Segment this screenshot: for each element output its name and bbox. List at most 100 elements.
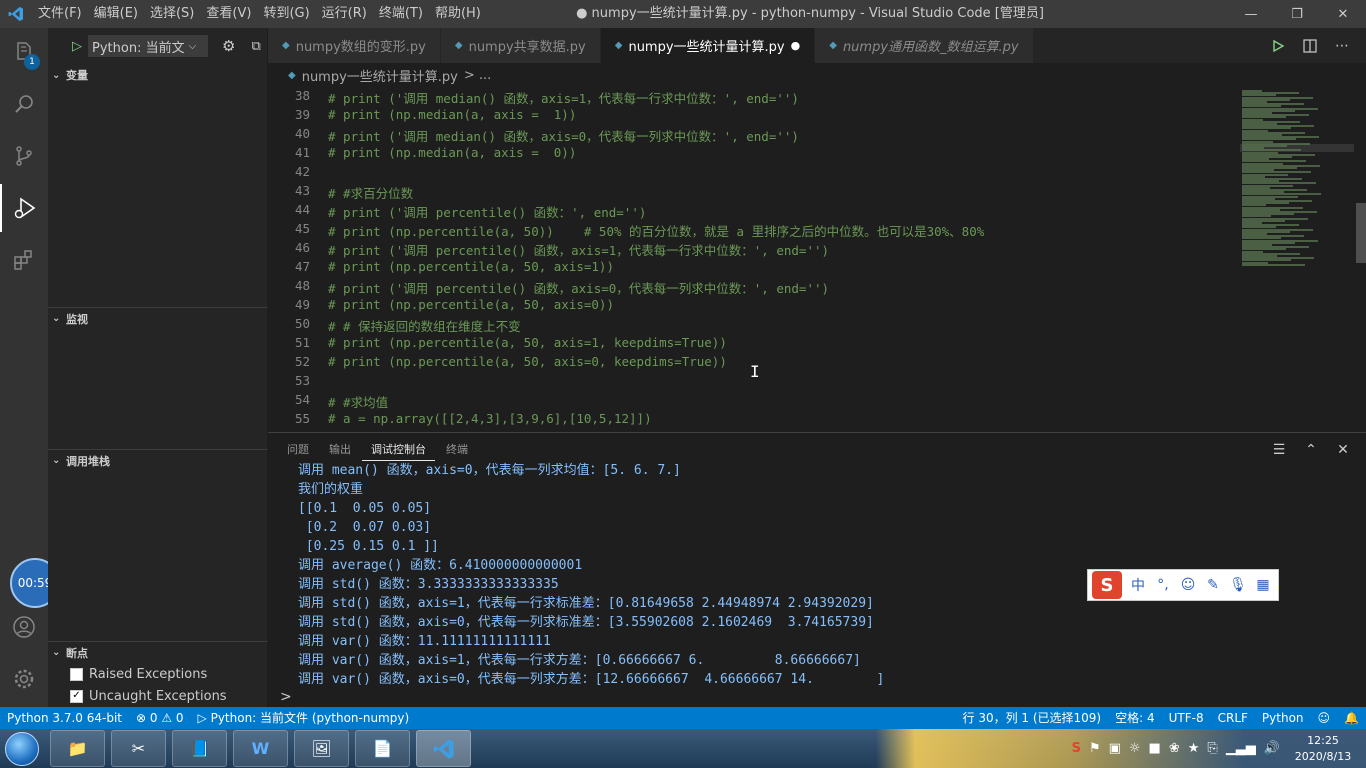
sogou-tray-icon[interactable]: S [1072, 741, 1081, 756]
feedback-icon[interactable]: ☺ [1311, 707, 1338, 729]
code-text[interactable]: # print (np.percentile(a, 50, axis=1, ke… [318, 335, 727, 354]
unsaved-dot-icon[interactable]: ● [791, 39, 801, 52]
code-line[interactable]: 44 # print ('调用 percentile() 函数：', end=''… [268, 202, 1236, 221]
code-text[interactable]: # print (np.median(a, axis = 0)) [318, 145, 576, 164]
code-text[interactable]: # #求均值 [318, 392, 388, 411]
more-actions-icon[interactable]: ⋯ [1328, 32, 1356, 60]
menu-item[interactable]: 终端(T) [373, 0, 429, 28]
code-line[interactable]: 50 # # 保持返回的数组在维度上不变 [268, 316, 1236, 335]
clear-console-icon[interactable]: ☰ [1268, 442, 1290, 458]
menu-item[interactable]: 转到(G) [257, 0, 315, 28]
bell-icon[interactable]: 🔔 [1337, 707, 1366, 729]
minimize-icon[interactable]: — [1228, 0, 1274, 28]
ime-punctuation[interactable]: °, [1154, 577, 1172, 593]
code-text[interactable]: # print (np.percentile(a, 50, axis=0, ke… [318, 354, 727, 373]
tray-star-icon[interactable]: ★ [1188, 741, 1200, 756]
maximize-panel-icon[interactable]: ⌃ [1300, 442, 1322, 458]
search-icon[interactable] [0, 80, 48, 128]
code-line[interactable]: 41 # print (np.median(a, axis = 0)) [268, 145, 1236, 164]
run-file-icon[interactable] [1264, 32, 1292, 60]
encoding[interactable]: UTF-8 [1162, 707, 1211, 729]
tab-numpy-reshape[interactable]: ◆ numpy数组的变形.py [268, 28, 441, 63]
document-viewer-icon[interactable]: 📄 [355, 730, 410, 767]
tray-app-icon[interactable]: ❀ [1169, 741, 1180, 756]
code-text[interactable]: # print ('调用 median() 函数，axis=1，代表每一行求中位… [318, 88, 799, 107]
menu-item[interactable]: 运行(R) [316, 0, 373, 28]
close-icon[interactable]: ✕ [1320, 0, 1366, 28]
code-text[interactable]: # print ('调用 percentile() 函数：', end='') [318, 202, 646, 221]
python-interpreter[interactable]: Python 3.7.0 64-bit [0, 707, 129, 729]
source-control-icon[interactable] [0, 132, 48, 180]
breakpoint-uncaught-exceptions[interactable]: ✓ Uncaught Exceptions [70, 685, 227, 707]
code-line[interactable]: 48 # print ('调用 percentile() 函数，axis=0，代表… [268, 278, 1236, 297]
code-text[interactable]: # print ('调用 percentile() 函数，axis=0，代表每一… [318, 278, 829, 297]
cursor-position[interactable]: 行 30，列 1 (已选择109) [956, 707, 1109, 729]
menu-item[interactable]: 编辑(E) [88, 0, 144, 28]
explorer-icon[interactable]: 1 [0, 28, 48, 76]
account-icon[interactable] [0, 603, 48, 651]
editor-scrollbar[interactable] [1354, 88, 1366, 432]
code-line[interactable]: 51 # print (np.percentile(a, 50, axis=1, … [268, 335, 1236, 354]
breakpoint-raised-exceptions[interactable]: Raised Exceptions [70, 663, 207, 685]
code-line[interactable]: 54 # #求均值 [268, 392, 1236, 411]
ime-toolbar[interactable]: S 中 °, ☺ ✎ 🎙 ▦ [1087, 569, 1279, 601]
code-text[interactable]: # print ('调用 median() 函数，axis=0，代表每一列求中位… [318, 126, 799, 145]
code-text[interactable]: # print (np.percentile(a, 50, axis=0)) [318, 297, 614, 316]
code-text[interactable]: # print ('调用 percentile() 函数，axis=1，代表每一… [318, 240, 829, 259]
file-explorer-icon[interactable]: 📁 [50, 730, 105, 767]
code-text[interactable]: # print (np.percentile(a, 50, axis=1)) [318, 259, 614, 278]
debug-config-select[interactable]: Python: 当前文 ⌵ [88, 35, 208, 57]
menu-item[interactable]: 文件(F) [32, 0, 88, 28]
debug-config-status[interactable]: ▷ Python: 当前文件 (python-numpy) [191, 707, 417, 729]
clock[interactable]: 12:25 2020/8/13 [1288, 733, 1358, 765]
run-debug-icon[interactable] [0, 184, 48, 232]
breadcrumb-file[interactable]: numpy一些统计量计算.py [302, 66, 458, 85]
code-text[interactable]: # # 保持返回的数组在维度上不变 [318, 316, 521, 335]
tab-numpy-shared-data[interactable]: ◆ numpy共享数据.py [440, 28, 601, 63]
book-app-icon[interactable]: 📘 [172, 730, 227, 767]
snipping-tool-icon[interactable]: ✂ [111, 730, 166, 767]
callstack-section-header[interactable]: ⌄ 调用堆栈 [48, 449, 268, 471]
language-mode[interactable]: Python [1255, 707, 1311, 729]
settings-gear-icon[interactable] [0, 655, 48, 703]
tab-numpy-ufunc[interactable]: ◆ numpy通用函数_数组运算.py [815, 28, 1034, 63]
tray-app-icon[interactable]: ⚑ [1089, 741, 1101, 756]
extensions-icon[interactable] [0, 236, 48, 284]
code-text[interactable]: # #求百分位数 [318, 183, 413, 202]
debug-console-icon[interactable]: ⧉ [251, 39, 260, 54]
checkbox[interactable] [70, 667, 83, 681]
close-panel-icon[interactable]: ✕ [1332, 442, 1354, 458]
gear-icon[interactable]: ⚙ [222, 37, 235, 55]
code-line[interactable]: 42 [268, 164, 1236, 183]
breadcrumb-rest[interactable]: > ... [464, 68, 491, 83]
volume-icon[interactable]: 🔊 [1264, 741, 1280, 756]
code-line[interactable]: 49 # print (np.percentile(a, 50, axis=0)) [268, 297, 1236, 316]
variables-section-header[interactable]: ⌄ 变量 [48, 64, 268, 86]
panel-tab[interactable]: 调试控制台 [362, 433, 435, 461]
code-text[interactable] [318, 373, 328, 392]
code-line[interactable]: 38 # print ('调用 median() 函数，axis=1，代表每一行求… [268, 88, 1236, 107]
sogou-logo-icon[interactable]: S [1092, 571, 1122, 599]
start-debug-icon[interactable]: ▷ [72, 39, 82, 54]
microphone-icon[interactable]: 🎙 [1229, 577, 1247, 593]
vscode-taskbar-icon[interactable] [416, 730, 471, 767]
code-line[interactable]: 46 # print ('调用 percentile() 函数，axis=1，代表… [268, 240, 1236, 259]
code-line[interactable]: 45 # print (np.percentile(a, 50)) # 50% 的… [268, 221, 1236, 240]
tray-clipboard-icon[interactable]: ⎘ [1207, 741, 1217, 756]
code-line[interactable]: 39 # print (np.median(a, axis = 1)) [268, 107, 1236, 126]
start-button[interactable] [0, 729, 44, 768]
code-text[interactable] [318, 164, 328, 183]
indentation[interactable]: 空格: 4 [1108, 707, 1162, 729]
tab-numpy-statistics[interactable]: ◆ numpy一些统计量计算.py ● [600, 28, 816, 63]
code-line[interactable]: 55 # a = np.array([[2,4,3],[3,9,6],[10,5,… [268, 411, 1236, 430]
code-text[interactable]: # a = np.array([[2,4,3],[3,9,6],[10,5,12… [318, 411, 652, 430]
line-endings[interactable]: CRLF [1211, 707, 1255, 729]
restore-icon[interactable]: ❐ [1274, 0, 1320, 28]
wps-writer-icon[interactable]: W [233, 730, 288, 767]
tray-app-icon[interactable]: ■ [1149, 741, 1161, 756]
menu-item[interactable]: 帮助(H) [429, 0, 487, 28]
minimap[interactable] [1236, 88, 1354, 432]
code-line[interactable]: 40 # print ('调用 median() 函数，axis=0，代表每一列求… [268, 126, 1236, 145]
menu-item[interactable]: 查看(V) [200, 0, 257, 28]
problems-count[interactable]: ⊗ 0 ⚠ 0 [129, 707, 191, 729]
